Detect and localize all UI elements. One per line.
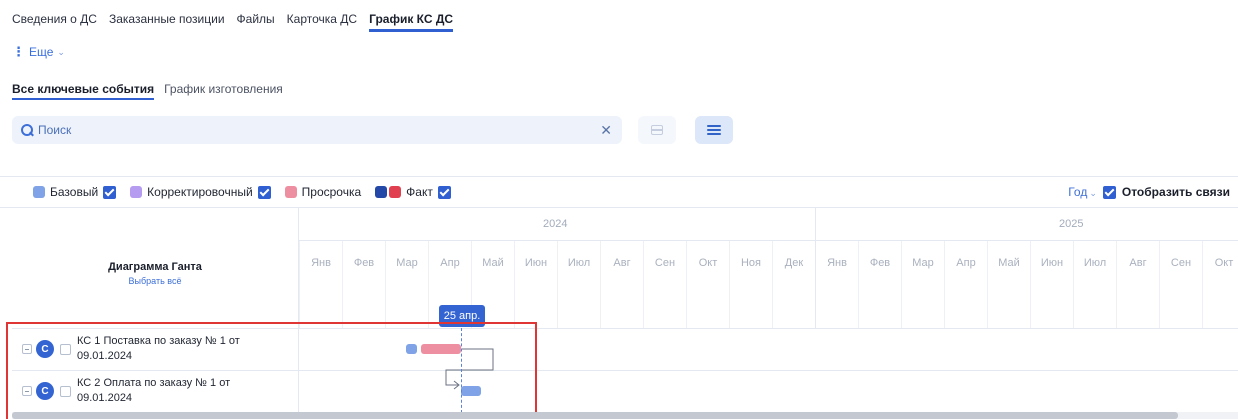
legend-controls: Год ⌄ Отобразить связи	[1068, 185, 1230, 199]
year-label: 2025	[1059, 218, 1084, 230]
legend-base-label: Базовый	[50, 185, 99, 199]
month-label: Дек	[772, 241, 815, 328]
list-view-icon	[707, 125, 721, 135]
legend-overdue: Просрочка	[284, 185, 362, 199]
scale-select[interactable]: Год ⌄	[1068, 185, 1097, 199]
month-label: Окт	[1202, 241, 1238, 328]
show-links-checkbox[interactable]	[1102, 185, 1116, 199]
legend-swatch-corrective	[130, 186, 143, 198]
more-menu-button[interactable]: ⋮ Еще ⌄	[12, 45, 65, 59]
month-label: Янв	[815, 241, 858, 328]
month-label: Мар	[385, 241, 428, 328]
task-checkbox[interactable]	[60, 385, 71, 397]
month-label: Июл	[557, 241, 600, 328]
kebab-icon: ⋮	[12, 44, 25, 59]
column-divider	[298, 328, 299, 413]
list-view-button[interactable]	[695, 116, 733, 144]
subtab-all-events[interactable]: Все ключевые события	[12, 82, 155, 100]
legend-fact-checkbox[interactable]	[437, 185, 451, 199]
month-label: Мар	[901, 241, 944, 328]
main-tabs: Сведения о ДС Заказанные позиции Файлы К…	[12, 12, 454, 32]
task-label: КС 2 Оплата по заказу № 1 от 09.01.2024	[77, 377, 231, 404]
cards-view-icon	[651, 125, 663, 135]
task-checkbox[interactable]	[60, 343, 71, 355]
sub-tabs: Все ключевые события График изготовления	[12, 82, 283, 100]
month-label: Май	[987, 241, 1030, 328]
task-row[interactable]: С КС 1 Поставка по заказу № 1 от 09.01.2…	[12, 328, 298, 370]
search-bar: ✕	[12, 116, 622, 144]
gantt-header: Диаграмма Ганта Выбрать всё	[12, 208, 298, 328]
task-row[interactable]: С КС 2 Оплата по заказу № 1 от 09.01.202…	[12, 370, 298, 412]
legend-swatch-overdue	[284, 186, 297, 198]
month-label: Июн	[514, 241, 557, 328]
gantt-title: Диаграмма Ганта	[108, 260, 202, 273]
month-label: Сен	[1159, 241, 1202, 328]
legend-swatch-base	[33, 186, 45, 198]
scale-label: Год	[1068, 185, 1088, 199]
chevron-down-icon: ⌄	[57, 46, 65, 57]
legend-fact: Факт	[375, 185, 451, 199]
chevron-down-icon: ⌄	[1089, 188, 1097, 198]
legend-corrective-checkbox[interactable]	[257, 185, 271, 199]
tab-files[interactable]: Файлы	[237, 12, 275, 32]
month-label: Окт	[686, 241, 729, 328]
tab-ks-schedule[interactable]: График КС ДС	[369, 12, 454, 32]
subtab-production-schedule[interactable]: График изготовления	[164, 82, 283, 100]
select-all-link[interactable]: Выбрать всё	[129, 276, 182, 286]
month-label: Авг	[1116, 241, 1159, 328]
legend-overdue-label: Просрочка	[301, 185, 362, 199]
legend-base-checkbox[interactable]	[103, 185, 117, 199]
month-label: Фев	[858, 241, 901, 328]
legend-bar: Базовый Корректировочный Просрочка Факт …	[0, 176, 1238, 208]
task-1-base-bar[interactable]	[406, 344, 417, 354]
year-label: 2024	[543, 218, 568, 230]
avatar: С	[36, 382, 54, 400]
month-label: Июн	[1030, 241, 1073, 328]
avatar: С	[36, 340, 54, 358]
show-links-label: Отобразить связи	[1121, 185, 1230, 199]
search-icon	[20, 123, 34, 137]
month-label: Апр	[944, 241, 987, 328]
legend-fact-label: Факт	[406, 185, 433, 199]
collapse-icon[interactable]	[22, 386, 32, 396]
tab-ordered-items[interactable]: Заказанные позиции	[109, 12, 225, 32]
today-line	[461, 328, 462, 413]
task-label: КС 1 Поставка по заказу № 1 от 09.01.202…	[77, 335, 240, 362]
today-marker: 25 апр.	[439, 305, 485, 327]
legend-corrective: Корректировочный	[130, 185, 271, 199]
dependency-link	[445, 348, 494, 390]
search-input[interactable]	[38, 123, 599, 137]
cards-view-button[interactable]	[638, 116, 676, 144]
horizontal-scrollbar-thumb[interactable]	[12, 412, 1178, 419]
collapse-icon[interactable]	[22, 344, 32, 354]
tab-ds-info[interactable]: Сведения о ДС	[12, 12, 97, 32]
clear-icon[interactable]: ✕	[598, 122, 614, 139]
month-label: Сен	[643, 241, 686, 328]
legend-corrective-label: Корректировочный	[147, 185, 253, 199]
month-label: Ноя	[729, 241, 772, 328]
month-label: Янв	[299, 241, 342, 328]
year-divider	[815, 208, 816, 328]
month-label: Авг	[600, 241, 643, 328]
legend-swatch-fact-2	[389, 186, 402, 198]
month-label: Июл	[1073, 241, 1116, 328]
legend-base: Базовый	[33, 185, 117, 199]
month-label: Фев	[342, 241, 385, 328]
tab-ds-card[interactable]: Карточка ДС	[287, 12, 357, 32]
legend-swatch-fact-1	[375, 186, 388, 198]
more-label: Еще	[29, 45, 54, 59]
